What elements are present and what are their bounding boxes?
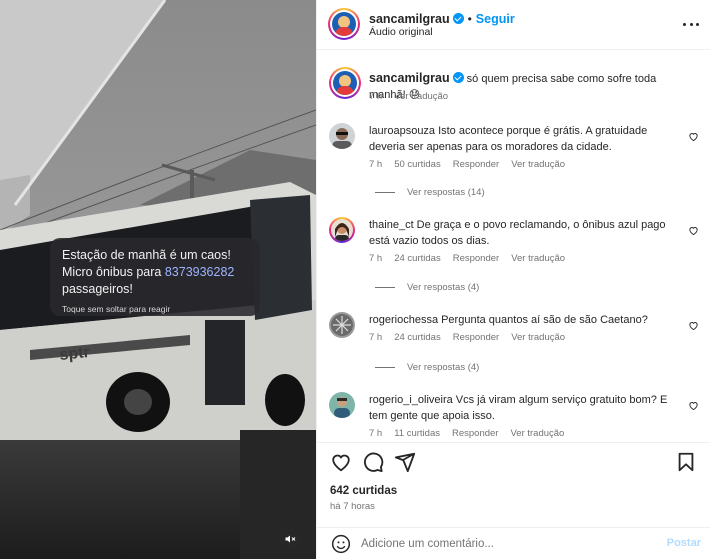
post-time: há 7 horas xyxy=(330,501,375,512)
comment-username[interactable]: lauroapsouza xyxy=(369,125,435,137)
comment-meta: 7 h 24 curtidas Responder Ver tradução xyxy=(369,332,577,343)
comment-likes[interactable]: 11 curtidas xyxy=(394,428,440,439)
follow-button[interactable]: Seguir xyxy=(476,12,515,26)
comment-meta: 7 h 11 curtidas Responder Ver tradução xyxy=(369,428,576,439)
bookmark-icon[interactable] xyxy=(675,451,697,473)
comment-time: 7 h xyxy=(369,428,383,439)
reply-button[interactable]: Responder xyxy=(452,428,498,439)
post-viewer: sptr Estação de manhã é um caos! Micro ô… xyxy=(0,0,710,559)
commenter-avatar[interactable] xyxy=(329,392,355,418)
translate-link[interactable]: Ver tradução xyxy=(511,332,565,343)
comment-likes[interactable]: 50 curtidas xyxy=(394,159,440,170)
story-line-3: passageiros! xyxy=(62,282,133,296)
translate-link[interactable]: Ver tradução xyxy=(511,159,565,170)
hold-to-react-hint: Toque sem soltar para reagir xyxy=(62,304,171,314)
separator-dot: • xyxy=(467,12,472,26)
comment-meta: 7 h 50 curtidas Responder Ver tradução xyxy=(369,159,577,170)
verified-badge-icon xyxy=(452,72,464,83)
comment-time: 7 h xyxy=(369,332,383,343)
caption-time: 7 h xyxy=(369,91,383,102)
heart-icon[interactable] xyxy=(688,320,699,331)
comment-body: rogerio_i_oliveira Vcs já viram algum ser… xyxy=(369,392,679,424)
caption-author[interactable]: sancamilgrau xyxy=(369,71,450,85)
heart-icon[interactable] xyxy=(688,131,699,142)
story-line-2: Micro ônibus para 8373936282 xyxy=(62,264,248,281)
comment-icon[interactable] xyxy=(362,451,384,473)
translate-link[interactable]: Ver tradução xyxy=(511,253,565,264)
emoji-icon[interactable] xyxy=(331,534,351,554)
post-comment-button[interactable]: Postar xyxy=(667,537,701,549)
mute-icon xyxy=(285,535,296,543)
story-line-2-prefix: Micro ônibus para xyxy=(62,265,162,279)
reply-button[interactable]: Responder xyxy=(453,159,499,170)
comment-username[interactable]: rogerio_i_oliveira xyxy=(369,394,453,406)
comment-likes[interactable]: 24 curtidas xyxy=(394,253,440,264)
commenter-avatar[interactable] xyxy=(329,312,355,338)
view-replies-label: Ver respostas (4) xyxy=(407,282,480,293)
view-replies-button[interactable]: Ver respostas (14) xyxy=(375,187,485,198)
comment-body: lauroapsouza Isto acontece porque é gráti… xyxy=(369,123,679,155)
reply-button[interactable]: Responder xyxy=(453,332,499,343)
view-replies-button[interactable]: Ver respostas (4) xyxy=(375,362,479,373)
add-comment-bar: Postar xyxy=(317,527,710,559)
reply-button[interactable]: Responder xyxy=(453,253,499,264)
comment-username[interactable]: rogeriochessa xyxy=(369,314,438,326)
post-actions-bar: 642 curtidas há 7 horas xyxy=(317,442,710,532)
svg-text:sptr: sptr xyxy=(59,344,91,364)
caption-translate-link[interactable]: Ver tradução xyxy=(394,91,448,102)
comment-input[interactable] xyxy=(361,534,641,554)
post-header: sancamilgrau • Seguir Áudio original xyxy=(317,0,710,50)
comment-text: Pergunta quantos aí são de são Caetano? xyxy=(441,314,648,326)
mute-button[interactable] xyxy=(279,528,301,550)
verified-badge-icon xyxy=(452,13,464,24)
caption-meta: 7 h Ver tradução xyxy=(369,91,460,102)
commenter-avatar[interactable] xyxy=(329,217,355,243)
comment-time: 7 h xyxy=(369,159,383,170)
comment-body: rogeriochessa Pergunta quantos aí são de … xyxy=(369,312,679,328)
author-avatar[interactable] xyxy=(328,8,360,40)
view-replies-button[interactable]: Ver respostas (4) xyxy=(375,282,479,293)
audio-label[interactable]: Áudio original xyxy=(369,26,433,38)
author-line: sancamilgrau • Seguir xyxy=(369,10,515,26)
comment-username[interactable]: thaine_ct xyxy=(369,219,414,231)
story-phone-number[interactable]: 8373936282 xyxy=(165,265,235,279)
view-replies-label: Ver respostas (4) xyxy=(407,362,480,373)
replies-line xyxy=(375,287,395,288)
post-details-panel: sancamilgrau • Seguir Áudio original sanca… xyxy=(316,0,710,559)
translate-link[interactable]: Ver tradução xyxy=(510,428,564,439)
post-video[interactable]: sptr Estação de manhã é um caos! Micro ô… xyxy=(0,0,316,559)
comment-time: 7 h xyxy=(369,253,383,264)
replies-line xyxy=(375,192,395,193)
author-username[interactable]: sancamilgrau xyxy=(369,12,450,26)
share-icon[interactable] xyxy=(394,451,416,473)
heart-icon[interactable] xyxy=(330,451,352,473)
comment-meta: 7 h 24 curtidas Responder Ver tradução xyxy=(369,253,577,264)
more-options-icon[interactable] xyxy=(683,16,699,32)
caption-author-avatar[interactable] xyxy=(329,67,361,99)
heart-icon[interactable] xyxy=(688,400,699,411)
story-line-1: Estação de manhã é um caos! xyxy=(62,248,231,262)
commenter-avatar[interactable] xyxy=(329,123,355,149)
comments-list[interactable]: sancamilgrau só quem precisa sabe como s… xyxy=(317,50,710,442)
likes-count[interactable]: 642 curtidas xyxy=(330,485,397,497)
heart-icon[interactable] xyxy=(688,225,699,236)
comment-likes[interactable]: 24 curtidas xyxy=(394,332,440,343)
replies-line xyxy=(375,367,395,368)
view-replies-label: Ver respostas (14) xyxy=(407,187,485,198)
comment-body: thaine_ct De graça e o povo reclamando, o… xyxy=(369,217,679,249)
